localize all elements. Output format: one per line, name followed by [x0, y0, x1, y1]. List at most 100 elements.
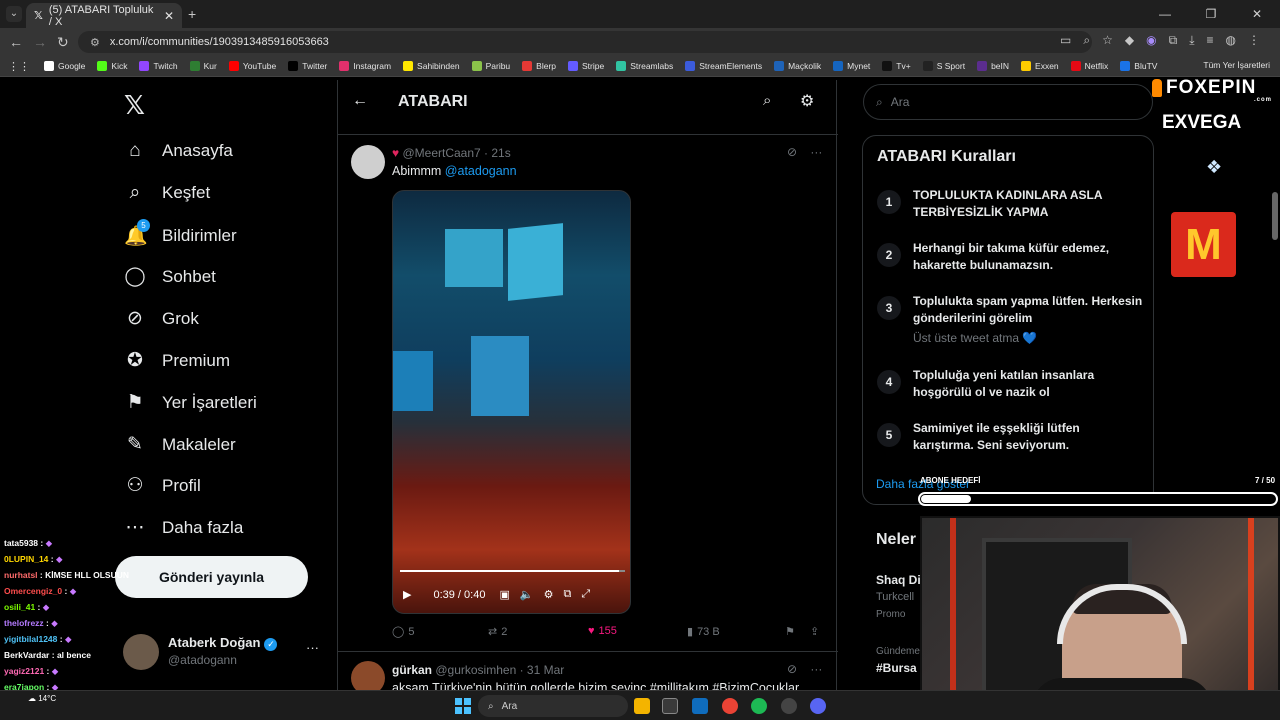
grok-icon[interactable]: ⊘	[787, 145, 797, 159]
site-info-icon[interactable]: ⚙	[90, 36, 100, 49]
star-icon[interactable]: ☆	[1102, 33, 1113, 48]
taskbar-search[interactable]: ⌕ Ara	[478, 695, 628, 717]
tab-search-button[interactable]: ⌄	[6, 6, 22, 22]
bookmark-item[interactable]: Mynet	[833, 61, 870, 71]
scrollbar-thumb[interactable]	[1272, 192, 1278, 240]
sidebar-item-home[interactable]: ⌂ Anasayfa	[124, 140, 233, 162]
retweet-button[interactable]: ⇄ 2	[488, 625, 507, 639]
share-icon[interactable]: ⇪	[810, 625, 819, 638]
bookmark-item[interactable]: Blerp	[522, 61, 556, 71]
bookmark-item[interactable]: BluTV	[1120, 61, 1157, 71]
settings-icon[interactable]: ⚙	[544, 588, 554, 601]
bookmark-item[interactable]: Maçkolik	[774, 61, 821, 71]
bookmark-item[interactable]: S Sport	[922, 61, 965, 71]
gear-icon[interactable]: ⚙	[800, 91, 814, 111]
bookmark-item[interactable]: beIN	[977, 61, 1009, 71]
sidebar-item-search[interactable]: ⌕ Keşfet	[124, 182, 211, 204]
tweet[interactable]: ♥ @MeertCaan7 · 21s ⊘ ··· Abimmm @atadog…	[338, 136, 838, 652]
obs-icon[interactable]	[781, 698, 797, 714]
bookmark-item[interactable]: YouTube	[228, 61, 276, 71]
sidebar-item-profile[interactable]: ⚇ Profil	[124, 474, 200, 497]
bookmark-item[interactable]: Stripe	[568, 61, 604, 71]
search-icon[interactable]: ⌕	[763, 92, 771, 109]
bookmark-item[interactable]: Exxen	[1021, 61, 1059, 71]
bookmark-item[interactable]: StreamElements	[685, 61, 762, 71]
bookmark-item[interactable]: Kick	[97, 61, 127, 71]
weather-widget[interactable]: ☁ 14°C	[28, 694, 56, 703]
author-handle[interactable]: @gurkosimhen	[435, 663, 516, 677]
play-icon[interactable]: ▶	[403, 588, 411, 601]
sidebar-item-more-circle[interactable]: ⋯ Daha fazla	[124, 516, 244, 539]
trend-item[interactable]: #Bursa	[876, 661, 917, 675]
tweet-time[interactable]: 21s	[491, 146, 510, 160]
tab-close-icon[interactable]: ✕	[164, 9, 174, 23]
bookmark-item[interactable]: Kur	[189, 61, 217, 71]
browser-tab[interactable]: 𝕏 (5) ATABARI Topluluk / X ✕	[26, 3, 182, 28]
file-explorer-icon[interactable]	[634, 698, 650, 714]
forward-arrow-icon[interactable]: →	[33, 34, 47, 50]
fullscreen-icon[interactable]: ⤢	[581, 588, 590, 601]
post-button[interactable]: Gönderi yayınla	[115, 556, 308, 598]
bookmark-item[interactable]: Tv+	[882, 61, 911, 71]
author-name[interactable]: gürkan	[392, 663, 432, 677]
browser-menu-icon[interactable]: ⋮	[1248, 33, 1260, 48]
download-icon[interactable]: ⤓	[1189, 33, 1194, 48]
bookmark-item[interactable]: Google	[44, 61, 85, 71]
discord-icon[interactable]	[810, 698, 826, 714]
avatar[interactable]	[351, 145, 385, 179]
volume-icon[interactable]: 🔈	[520, 588, 534, 601]
bookmark-item[interactable]: Instagram	[339, 61, 391, 71]
tweet-time[interactable]: 31 Mar	[527, 663, 564, 677]
pip-icon[interactable]: ⧉	[563, 588, 571, 601]
spotify-icon[interactable]	[751, 698, 767, 714]
reading-list-icon[interactable]: ≡	[1207, 33, 1214, 48]
bookmark-icon[interactable]: ⚑	[785, 625, 795, 638]
x-logo-icon[interactable]: 𝕏	[124, 90, 145, 121]
author-handle[interactable]: @MeertCaan7	[402, 146, 480, 160]
cast-icon[interactable]: ▭	[1060, 33, 1071, 48]
mail-icon[interactable]	[692, 698, 708, 714]
extension-purple-icon[interactable]: ◉	[1146, 33, 1156, 48]
video-progress-bar[interactable]	[400, 570, 625, 572]
reload-icon[interactable]: ↻	[57, 34, 69, 51]
back-arrow-icon[interactable]: ←	[9, 34, 23, 50]
bookmark-item[interactable]: Streamlabs	[616, 61, 673, 71]
bookmark-item[interactable]: Paribu	[471, 61, 510, 71]
bookmark-item[interactable]: Twitch	[139, 61, 178, 71]
captions-icon[interactable]: ▣	[499, 588, 509, 601]
more-icon[interactable]: ···	[810, 145, 822, 159]
bookmark-item[interactable]: Sahibinden	[403, 61, 460, 71]
windows-start-icon[interactable]	[455, 698, 471, 714]
mention-link[interactable]: @atadogann	[445, 164, 517, 178]
tweet-video[interactable]: ▶ 0:39 / 0:40 ▣ 🔈 ⚙ ⧉ ⤢	[392, 190, 631, 614]
views-button[interactable]: ▮ 73 B	[687, 625, 720, 639]
profile-avatar-icon[interactable]: ◍	[1226, 33, 1236, 48]
more-icon[interactable]: ···	[810, 662, 822, 676]
reply-button[interactable]: ◯ 5	[392, 625, 414, 639]
zoom-icon[interactable]: ⌕	[1083, 33, 1090, 48]
close-window-button[interactable]: ✕	[1234, 0, 1280, 28]
store-icon[interactable]	[662, 698, 678, 714]
all-bookmarks-button[interactable]: Tüm Yer İşaretleri	[1203, 60, 1270, 70]
page-scrollbar[interactable]	[1270, 80, 1280, 490]
search-input[interactable]: ⌕ Ara	[863, 84, 1153, 120]
bookmark-item[interactable]: Netflix	[1070, 61, 1108, 71]
bookmark-item[interactable]: Twitter	[288, 61, 327, 71]
sidebar-item-bookmark[interactable]: ⚑ Yer İşaretleri	[124, 391, 256, 414]
account-more-icon[interactable]: ···	[306, 640, 319, 655]
extensions-puzzle-icon[interactable]: ⧉	[1169, 33, 1178, 48]
new-tab-button[interactable]: +	[188, 6, 196, 22]
address-bar[interactable]: ⚙ x.com/i/communities/190391348591605366…	[78, 31, 1092, 53]
back-arrow-icon[interactable]: ←	[352, 92, 368, 110]
apps-grid-icon[interactable]: ⋮⋮	[8, 60, 30, 73]
chrome-icon[interactable]	[722, 698, 738, 714]
like-button[interactable]: ♥ 155	[588, 625, 617, 637]
trend-item[interactable]: Shaq Di	[876, 573, 921, 587]
account-switcher[interactable]: Ataberk Doğan ✓ @atadogann ···	[123, 632, 323, 672]
sidebar-item-chat[interactable]: ◯ Sohbet	[124, 265, 216, 288]
sidebar-item-premium[interactable]: ✪ Premium	[124, 349, 230, 372]
minimize-button[interactable]: —	[1142, 0, 1188, 28]
sidebar-item-grok[interactable]: ⊘ Grok	[124, 307, 199, 330]
grok-icon[interactable]: ⊘	[787, 662, 797, 676]
extension-diamond-icon[interactable]: ◆	[1125, 33, 1134, 48]
